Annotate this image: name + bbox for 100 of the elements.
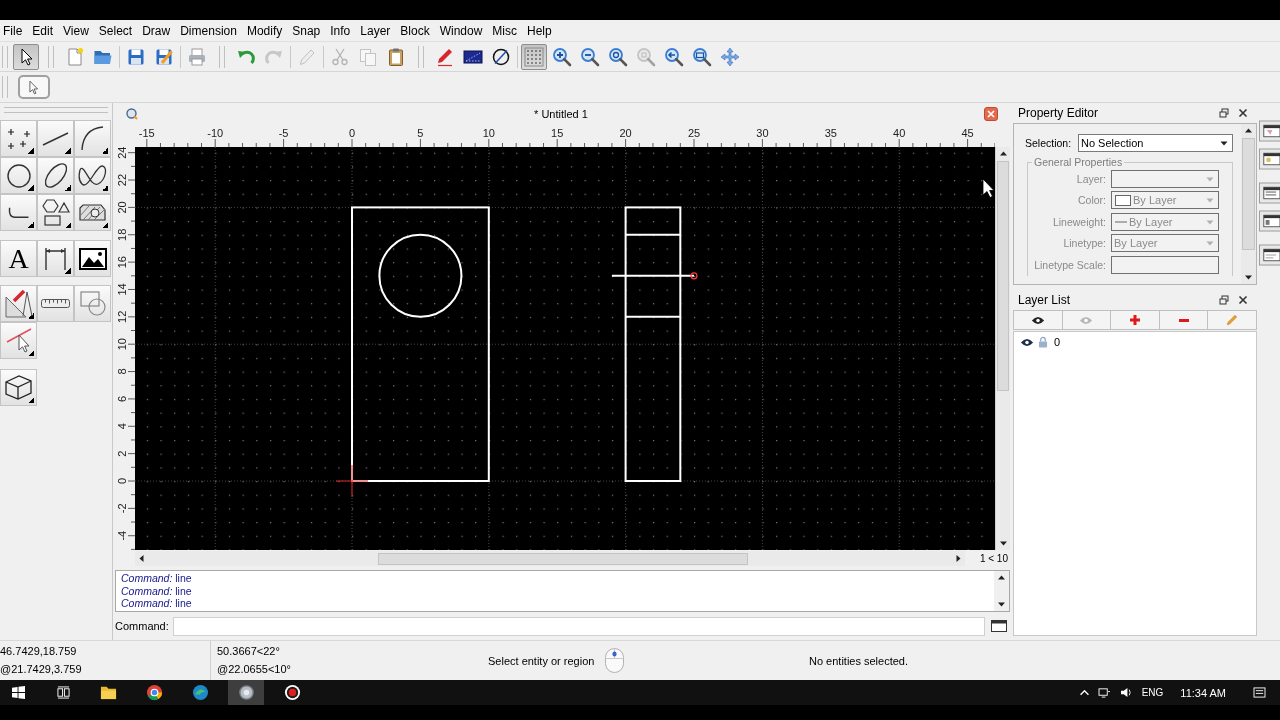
- eye-icon[interactable]: [1020, 336, 1034, 348]
- origin-marker-icon: [335, 464, 369, 498]
- close-icon[interactable]: [1238, 295, 1248, 305]
- window-icon[interactable]: [1259, 210, 1280, 232]
- notification-icon[interactable]: [1253, 687, 1266, 698]
- ruler-label: 35: [824, 127, 837, 139]
- menu-item[interactable]: Edit: [27, 21, 59, 40]
- menu-item[interactable]: Modify: [241, 21, 288, 40]
- menu-item[interactable]: Layer: [355, 21, 396, 40]
- ruler-label: 15: [551, 127, 564, 139]
- add-layer-button[interactable]: [1111, 310, 1160, 330]
- taskbar-app-button[interactable]: [228, 680, 264, 705]
- polyline-tool-button[interactable]: [0, 194, 37, 231]
- dimension-tool-button[interactable]: [37, 240, 74, 277]
- window-icon[interactable]: [1259, 148, 1280, 170]
- scroll-thumb[interactable]: [1242, 138, 1255, 250]
- cube-button[interactable]: [0, 369, 37, 406]
- menu-item[interactable]: Select: [93, 21, 138, 40]
- layer-name: 0: [1054, 336, 1061, 348]
- menu-item[interactable]: Window: [434, 21, 488, 40]
- ellipse-tool-button[interactable]: [37, 157, 74, 194]
- menu-item[interactable]: Misc: [487, 21, 523, 40]
- coordinate-readout: 50.3667<22°: [217, 644, 281, 659]
- command-label: Command:: [115, 620, 169, 632]
- line-shape[interactable]: [624, 233, 682, 236]
- volume-icon[interactable]: [1119, 687, 1133, 698]
- magnifier-circle-icon: [608, 46, 628, 67]
- language-indicator[interactable]: ENG: [1141, 687, 1164, 698]
- line-tool-button[interactable]: [37, 120, 74, 157]
- clock[interactable]: 11:34 AM: [1180, 686, 1226, 699]
- ruler-label: 10: [116, 338, 128, 351]
- ruler-label: -5: [278, 127, 289, 139]
- menu-item[interactable]: View: [58, 21, 94, 40]
- coordinate-readout: @21.7429,3.759: [0, 662, 83, 677]
- line-shape[interactable]: [610, 274, 695, 277]
- line-cursor-button[interactable]: [0, 322, 37, 359]
- new-file-icon: [65, 46, 85, 67]
- ruler-icon: [41, 299, 70, 308]
- pencil-icon: [435, 46, 455, 67]
- restore-window-icon[interactable]: [1219, 108, 1229, 118]
- menu-item[interactable]: Draw: [137, 21, 176, 40]
- hatch-tool-button[interactable]: [74, 194, 111, 231]
- ruler-button[interactable]: [37, 285, 74, 322]
- vertical-scrollbar[interactable]: [995, 147, 1010, 550]
- image-tool-button[interactable]: [74, 240, 111, 277]
- arc-tool-button[interactable]: [74, 120, 111, 157]
- printer-icon: [187, 46, 207, 67]
- selection-dropdown[interactable]: No Selection: [1078, 134, 1233, 152]
- menu-item[interactable]: Snap: [287, 21, 326, 40]
- group-title: General Properties: [1033, 156, 1124, 168]
- menu-item[interactable]: Help: [522, 21, 557, 40]
- network-icon[interactable]: [1097, 687, 1111, 698]
- window-icon[interactable]: [1259, 244, 1280, 266]
- show-all-layers-button[interactable]: [1013, 310, 1063, 330]
- horizontal-scrollbar[interactable]: [135, 551, 965, 566]
- app-icon: [237, 684, 255, 701]
- menu-item[interactable]: Info: [325, 21, 356, 40]
- points-tool-button[interactable]: [0, 120, 37, 157]
- window-icon[interactable]: [1259, 182, 1280, 204]
- scissors-icon: [330, 46, 350, 67]
- snap-marker-icon: [690, 272, 698, 280]
- task-view-icon[interactable]: [57, 686, 70, 699]
- menu-item[interactable]: Dimension: [175, 21, 242, 40]
- text-tool-button[interactable]: A: [0, 240, 37, 277]
- grid-button[interactable]: [521, 43, 547, 70]
- zoom-out-icon: [580, 46, 600, 67]
- set-square-button[interactable]: [0, 285, 37, 322]
- ruler-label: 18: [116, 228, 128, 241]
- ruler-label: 45: [961, 127, 974, 139]
- select-button[interactable]: [13, 43, 39, 70]
- restore-window-icon[interactable]: [1219, 295, 1229, 305]
- circle-slash-icon: [491, 46, 511, 67]
- close-icon[interactable]: [984, 107, 998, 121]
- circle-shape[interactable]: [378, 233, 463, 318]
- pointer-button[interactable]: [18, 75, 50, 99]
- window-icon[interactable]: [1259, 120, 1280, 142]
- scroll-thumb[interactable]: [378, 552, 748, 565]
- circle-tool-button[interactable]: [0, 157, 37, 194]
- panel-title: Layer List: [1017, 293, 1072, 307]
- menu-item[interactable]: File: [0, 21, 28, 40]
- start-icon[interactable]: [12, 686, 25, 699]
- scroll-thumb[interactable]: [997, 161, 1009, 391]
- command-input[interactable]: [172, 616, 985, 636]
- rectangle-shape[interactable]: [624, 206, 682, 482]
- field-label: Layer:: [1075, 172, 1106, 185]
- chevron-up-icon[interactable]: [1079, 689, 1089, 696]
- layer-row[interactable]: 0: [1014, 334, 1256, 350]
- window-icon[interactable]: [990, 618, 1008, 634]
- close-icon[interactable]: [1238, 108, 1248, 118]
- remove-layer-button[interactable]: [1159, 310, 1209, 330]
- rectangle-shape[interactable]: [351, 206, 490, 482]
- magnifier-square-icon: [636, 46, 656, 67]
- spline-tool-button[interactable]: [74, 157, 111, 194]
- polyline-icon: [8, 206, 29, 219]
- menu-item[interactable]: Block: [395, 21, 435, 40]
- line-shape[interactable]: [624, 315, 682, 318]
- panel-title: Property Editor: [1017, 106, 1100, 120]
- dimension-icon: [45, 246, 66, 271]
- ruler-label: 12: [116, 310, 128, 323]
- shapes-tool-button[interactable]: [37, 194, 74, 231]
